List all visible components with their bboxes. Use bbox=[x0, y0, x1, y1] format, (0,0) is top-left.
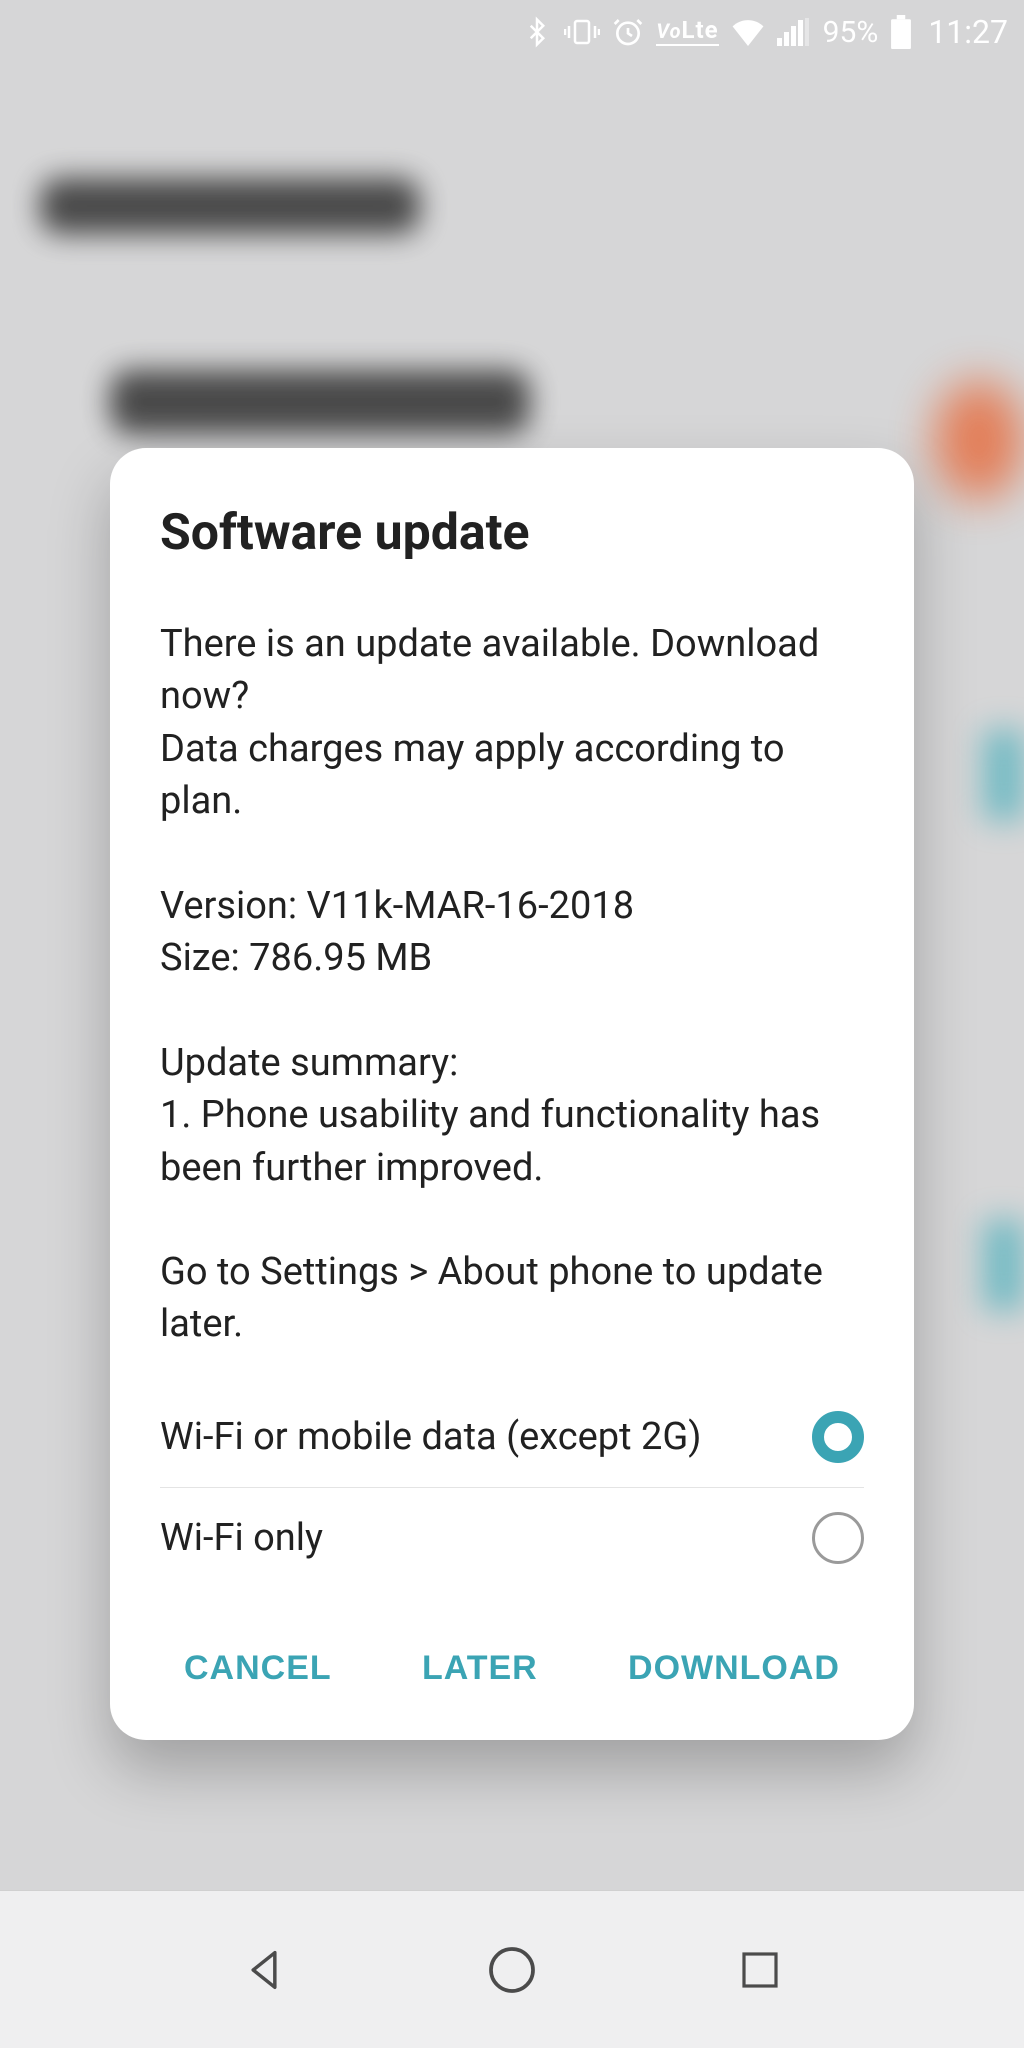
radio-wifi-only[interactable]: Wi-Fi only bbox=[160, 1488, 864, 1588]
radio-wifi-or-mobile[interactable]: Wi-Fi or mobile data (except 2G) bbox=[160, 1387, 864, 1487]
dialog-scrim: Software update There is an update avail… bbox=[0, 0, 1024, 2048]
nav-recents-button[interactable] bbox=[725, 1935, 795, 2005]
dialog-title: Software update bbox=[160, 504, 864, 562]
dialog-summary: Update summary:1. Phone usability and fu… bbox=[160, 1037, 864, 1194]
download-button[interactable]: DOWNLOAD bbox=[620, 1633, 848, 1704]
nav-back-button[interactable] bbox=[229, 1935, 299, 2005]
dialog-body: There is an update available. Download n… bbox=[160, 618, 864, 1589]
cancel-button[interactable]: CANCEL bbox=[176, 1633, 340, 1704]
software-update-dialog: Software update There is an update avail… bbox=[110, 448, 914, 1740]
nav-bar bbox=[0, 1890, 1024, 2048]
dialog-version-size: Version: V11k-MAR-16-2018Size: 786.95 MB bbox=[160, 880, 864, 985]
radio-label: Wi-Fi only bbox=[160, 1512, 323, 1564]
later-button[interactable]: LATER bbox=[414, 1633, 546, 1704]
radio-label: Wi-Fi or mobile data (except 2G) bbox=[160, 1411, 701, 1463]
radio-selected-icon bbox=[812, 1411, 864, 1463]
dialog-actions: CANCEL LATER DOWNLOAD bbox=[160, 1633, 864, 1704]
radio-unselected-icon bbox=[812, 1512, 864, 1564]
nav-home-button[interactable] bbox=[477, 1935, 547, 2005]
dialog-later-hint: Go to Settings > About phone to update l… bbox=[160, 1246, 864, 1351]
dialog-message: There is an update available. Download n… bbox=[160, 618, 864, 828]
